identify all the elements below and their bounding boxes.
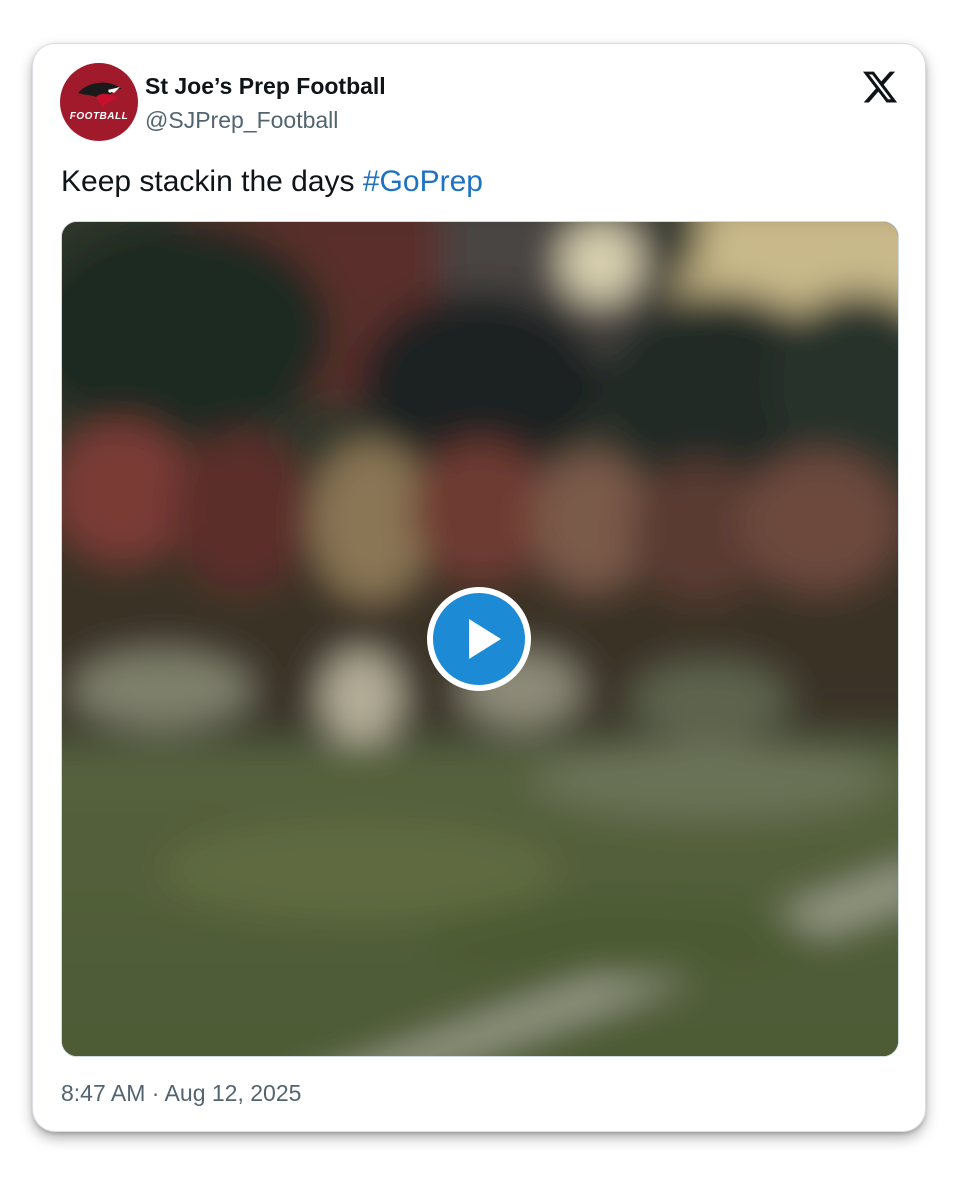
play-button[interactable] <box>427 587 531 691</box>
tweet-text: Keep stackin the days #GoPrep <box>61 162 483 202</box>
tweet-timestamp[interactable]: 8:47 AM · Aug 12, 2025 <box>61 1078 301 1108</box>
play-icon <box>469 619 501 659</box>
hawk-logo-icon <box>78 82 122 107</box>
author-names: St Joe’s Prep Football @SJPrep_Football <box>145 71 386 135</box>
x-logo-icon[interactable] <box>861 68 899 106</box>
avatar[interactable]: FOOTBALL <box>60 63 138 141</box>
play-button-circle <box>433 593 525 685</box>
hashtag-link[interactable]: #GoPrep <box>363 165 483 198</box>
tweet-header: FOOTBALL St Joe’s Prep Football @SJPrep_… <box>60 63 899 145</box>
video-player[interactable] <box>61 221 899 1057</box>
handle[interactable]: @SJPrep_Football <box>145 105 386 135</box>
tweet-card: FOOTBALL St Joe’s Prep Football @SJPrep_… <box>33 44 925 1131</box>
tweet-body: Keep stackin the days <box>61 165 363 198</box>
display-name[interactable]: St Joe’s Prep Football <box>145 71 386 101</box>
avatar-label: FOOTBALL <box>69 111 129 122</box>
